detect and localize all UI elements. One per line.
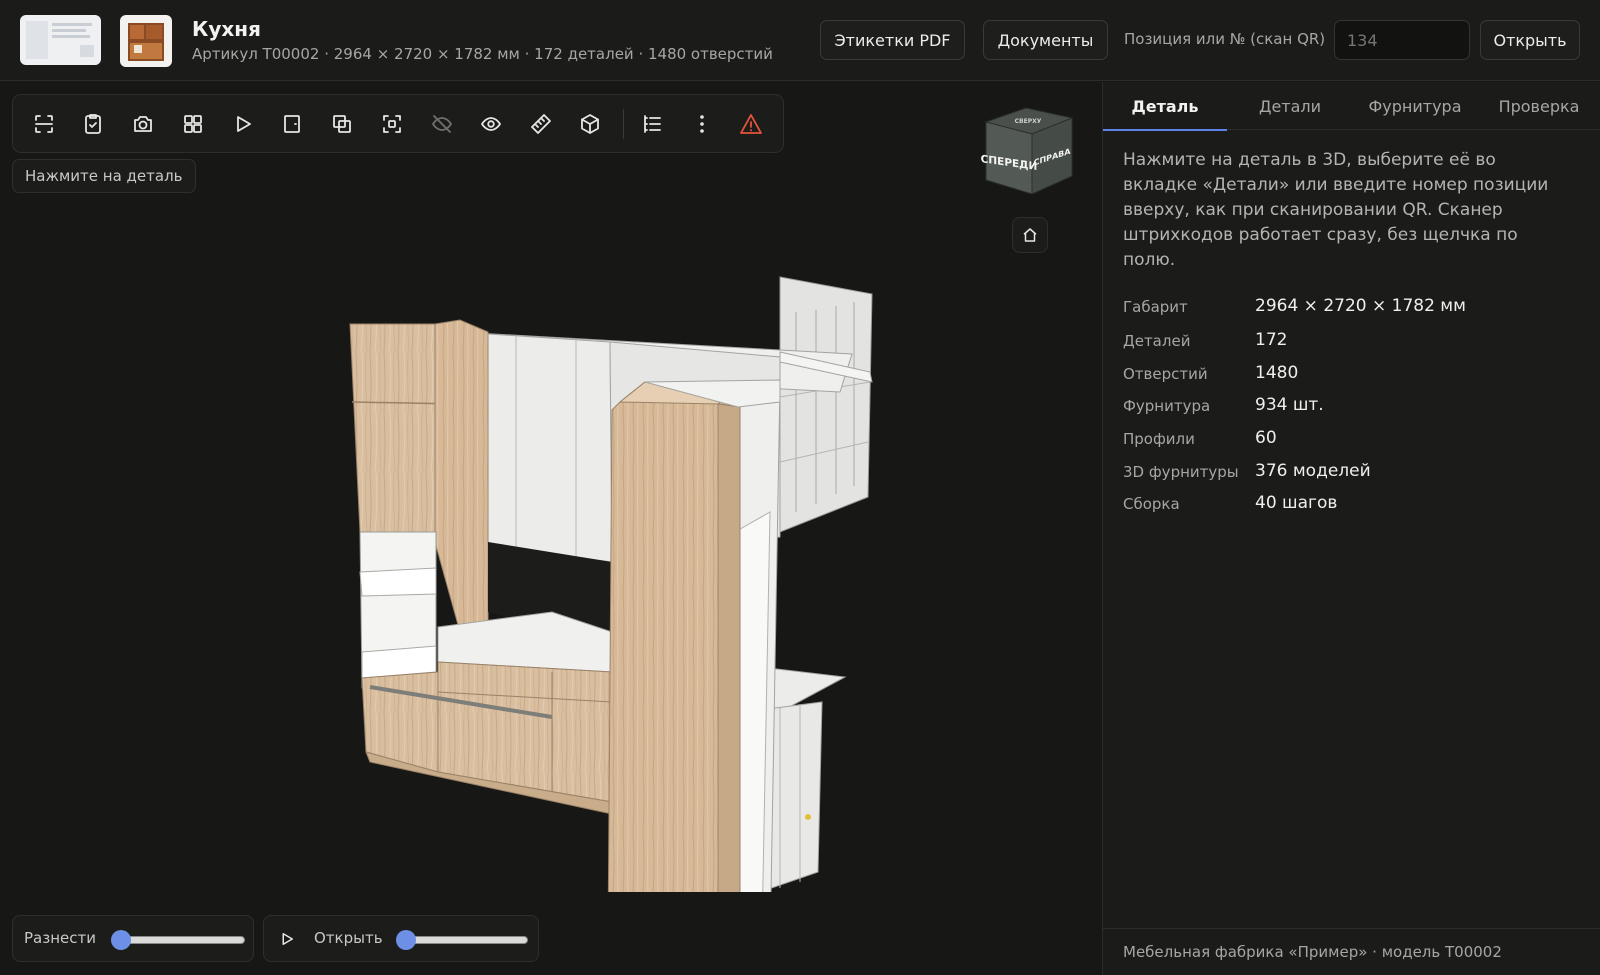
explode-control: Разнести: [12, 915, 254, 962]
prop-value-parts: 172: [1255, 330, 1288, 350]
details-panel: Деталь Детали Фурнитура Проверка Нажмите…: [1102, 82, 1600, 975]
prop-value-3d-hardware: 376 моделей: [1255, 461, 1371, 481]
explode-slider-handle[interactable]: [111, 930, 131, 950]
prop-label-dimensions: Габарит: [1123, 298, 1188, 316]
tab-hardware[interactable]: Фурнитура: [1353, 82, 1477, 130]
selection-hint: Нажмите на деталь: [12, 159, 196, 193]
labels-pdf-button[interactable]: Этикетки PDF: [820, 20, 965, 60]
view-cube-top-label: СВЕРХУ: [1015, 118, 1042, 125]
panel-icon[interactable]: [275, 107, 309, 141]
prop-value-profiles: 60: [1255, 428, 1277, 448]
cube-icon[interactable]: [573, 107, 607, 141]
documents-button[interactable]: Документы: [983, 20, 1108, 60]
fit-icon[interactable]: [27, 107, 61, 141]
prop-value-assembly: 40 шагов: [1255, 493, 1338, 513]
panel-description: Нажмите на деталь в 3D, выберите её во в…: [1123, 150, 1549, 270]
warning-icon[interactable]: [734, 107, 768, 141]
tab-details[interactable]: Детали: [1228, 82, 1352, 130]
eye-icon[interactable]: [474, 107, 508, 141]
view-cube[interactable]: СПЕРЕДИ СПРАВА СВЕРХУ: [980, 104, 1078, 200]
open-doors-slider-track[interactable]: [406, 936, 528, 944]
footer-text: Мебельная фабрика «Пример» · модель T000…: [1123, 943, 1502, 961]
viewer-toolbar: [12, 94, 784, 153]
explode-label: Разнести: [24, 929, 96, 947]
focus-icon[interactable]: [375, 107, 409, 141]
eye-off-icon[interactable]: [425, 107, 459, 141]
duplicate-icon[interactable]: [325, 107, 359, 141]
viewport-3d[interactable]: Нажмите на деталь СПЕРЕДИ СПРАВА СВЕРХУ: [0, 82, 1102, 975]
home-icon: [1023, 228, 1037, 242]
panel-footer: Мебельная фабрика «Пример» · модель T000…: [1103, 928, 1600, 975]
open-doors-slider-handle[interactable]: [396, 930, 416, 950]
prop-value-dimensions: 2964 × 2720 × 1782 мм: [1255, 296, 1466, 316]
prop-label-holes: Отверстий: [1123, 365, 1208, 383]
prop-value-holes: 1480: [1255, 363, 1299, 383]
explode-slider-track[interactable]: [117, 936, 245, 944]
checklist-icon[interactable]: [76, 107, 110, 141]
prop-value-hardware: 934 шт.: [1255, 395, 1324, 415]
play-icon[interactable]: [226, 107, 260, 141]
prop-label-hardware: Фурнитура: [1123, 397, 1211, 415]
list-icon[interactable]: [635, 107, 669, 141]
project-thumbnail[interactable]: [20, 15, 101, 65]
open-position-button[interactable]: Открыть: [1480, 20, 1580, 60]
page-title: Кухня: [192, 17, 261, 41]
tab-check[interactable]: Проверка: [1477, 82, 1600, 130]
position-label: Позиция или № (скан QR): [1124, 30, 1326, 48]
prop-label-profiles: Профили: [1123, 430, 1195, 448]
play-icon[interactable]: [278, 930, 296, 948]
more-icon[interactable]: [685, 107, 719, 141]
ruler-icon[interactable]: [524, 107, 558, 141]
camera-icon[interactable]: [126, 107, 160, 141]
prop-label-parts: Деталей: [1123, 332, 1191, 350]
tab-detail[interactable]: Деталь: [1103, 82, 1227, 131]
toolbar-divider: [623, 109, 624, 139]
home-view-button[interactable]: [1012, 217, 1048, 253]
grid-icon[interactable]: [176, 107, 210, 141]
app-header: Кухня Артикул T00002 · 2964 × 2720 × 178…: [0, 0, 1600, 81]
kitchen-thumbnail[interactable]: [120, 15, 172, 67]
panel-tabs: Деталь Детали Фурнитура Проверка: [1103, 82, 1600, 131]
position-input[interactable]: [1334, 20, 1470, 60]
product-summary: Артикул T00002 · 2964 × 2720 × 1782 мм ·…: [192, 45, 773, 63]
open-doors-control: Открыть: [263, 915, 539, 962]
kitchen-3d-model[interactable]: [340, 232, 900, 892]
open-doors-label: Открыть: [314, 929, 383, 947]
prop-label-assembly: Сборка: [1123, 495, 1180, 513]
prop-label-3d-hardware: 3D фурнитуры: [1123, 463, 1239, 481]
